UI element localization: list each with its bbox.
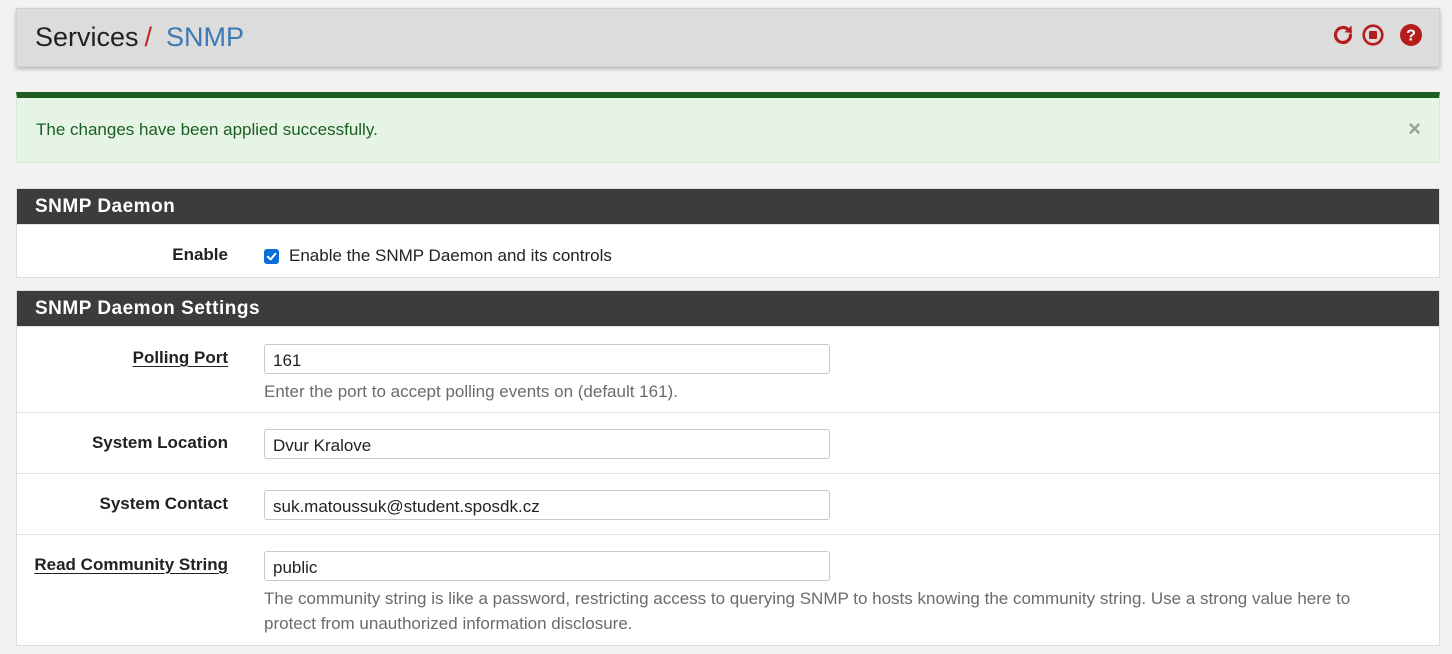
- enable-checkbox-label[interactable]: Enable the SNMP Daemon and its controls: [264, 246, 612, 266]
- restart-icon[interactable]: [1331, 23, 1355, 47]
- polling-port-help: Enter the port to accept polling events …: [264, 382, 678, 401]
- breadcrumb-snmp[interactable]: SNMP: [166, 22, 244, 53]
- breadcrumb-separator: /: [144, 22, 153, 52]
- snmp-daemon-settings-panel: SNMP Daemon Settings Polling Port Enter …: [16, 290, 1440, 646]
- polling-port-label[interactable]: Polling Port: [133, 348, 228, 368]
- read-community-field: The community string is like a password,…: [264, 551, 1404, 636]
- enable-field: Enable the SNMP Daemon and its controls: [264, 246, 612, 266]
- read-community-row: Read Community String The community stri…: [17, 534, 1439, 646]
- snmp-daemon-panel: SNMP Daemon Enable Enable the SNMP Daemo…: [16, 188, 1440, 278]
- help-icon[interactable]: ?: [1399, 23, 1423, 47]
- polling-port-field: Enter the port to accept polling events …: [264, 344, 1404, 404]
- alert-message: The changes have been applied successful…: [36, 120, 378, 139]
- panel-title-snmp-daemon: SNMP Daemon: [17, 189, 1439, 224]
- success-alert: The changes have been applied successful…: [16, 92, 1440, 163]
- system-location-label: System Location: [91, 433, 228, 452]
- polling-port-input[interactable]: [264, 344, 830, 374]
- breadcrumb-services[interactable]: Services: [35, 22, 139, 53]
- read-community-label[interactable]: Read Community String: [34, 555, 228, 575]
- svg-text:?: ?: [1406, 28, 1416, 45]
- header-actions: ?: [1331, 23, 1423, 47]
- enable-checkbox[interactable]: [264, 248, 279, 264]
- page-header: Services / SNMP ?: [16, 8, 1440, 67]
- enable-row: Enable Enable the SNMP Daemon and its co…: [17, 224, 1439, 277]
- stop-icon[interactable]: [1361, 23, 1385, 47]
- system-location-input[interactable]: [264, 429, 830, 459]
- system-location-row: System Location: [17, 412, 1439, 473]
- polling-port-row: Polling Port Enter the port to accept po…: [17, 326, 1439, 412]
- system-contact-row: System Contact: [17, 473, 1439, 534]
- read-community-help: The community string is like a password,…: [264, 589, 1351, 633]
- system-location-field: [264, 429, 830, 459]
- system-contact-field: [264, 490, 830, 520]
- system-contact-input[interactable]: [264, 490, 830, 520]
- close-icon[interactable]: ×: [1408, 118, 1421, 140]
- read-community-input[interactable]: [264, 551, 830, 581]
- system-contact-label: System Contact: [99, 494, 228, 513]
- breadcrumb: Services / SNMP: [35, 22, 244, 53]
- checkmark-icon: [266, 252, 277, 260]
- panel-title-snmp-settings: SNMP Daemon Settings: [17, 291, 1439, 326]
- enable-checkbox-text: Enable the SNMP Daemon and its controls: [289, 246, 612, 265]
- enable-label: Enable: [172, 245, 228, 264]
